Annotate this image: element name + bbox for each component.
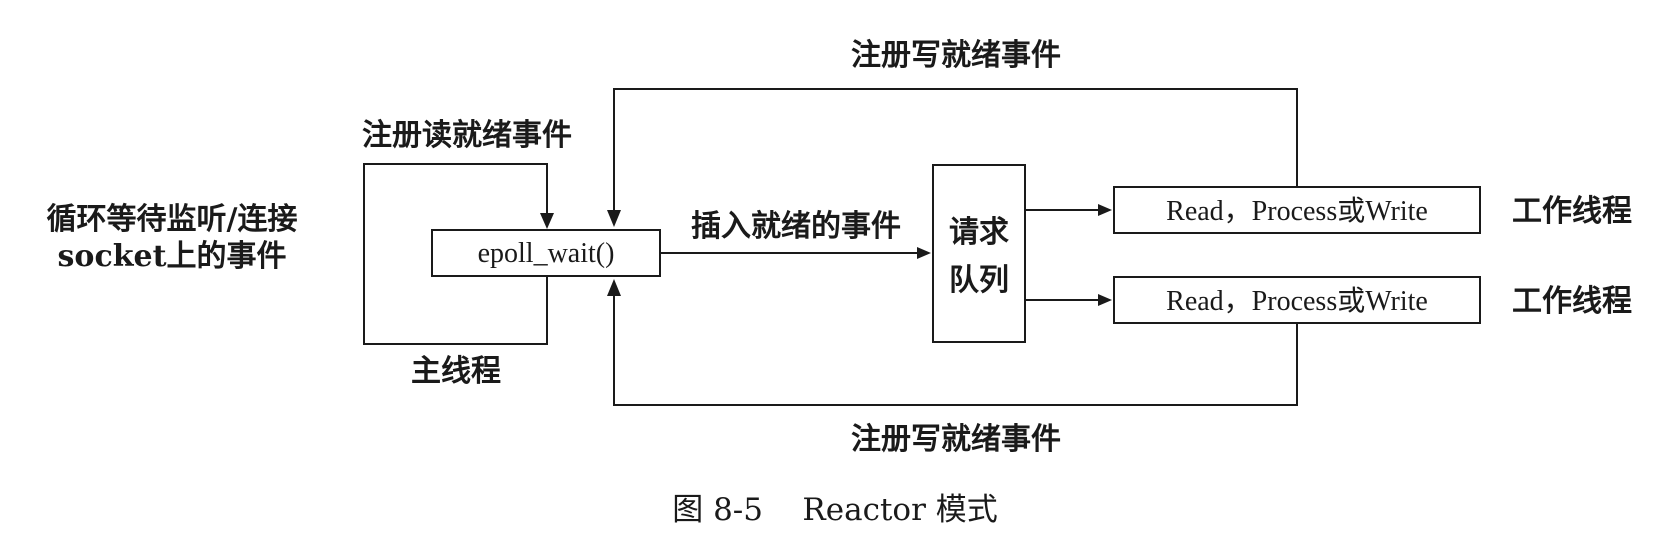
queue-to-worker1-arrowhead [1098,204,1112,216]
request-queue-box [932,164,1026,343]
request-queue-line1: 请求 [949,215,1009,250]
epoll-wait-label: epoll_wait() [478,238,615,269]
diagram-canvas: 循环等待监听/连接 socket上的事件 注册读就绪事件 主线程 epoll_w… [47,38,1632,528]
figure-caption: 图 8-5 Reactor 模式 [672,492,998,528]
worker1-task-label: Read，Process或Write [1166,195,1428,227]
worker1-thread-label: 工作线程 [1512,194,1632,229]
left-note-line1: 循环等待监听/连接 [47,202,298,237]
insert-arrowhead [917,247,931,259]
worker2-task-label: Read，Process或Write [1166,285,1428,317]
reactor-diagram: 循环等待监听/连接 socket上的事件 注册读就绪事件 主线程 epoll_w… [0,0,1670,548]
queue-to-worker2-arrowhead [1098,294,1112,306]
register-read-arrowhead [540,213,554,229]
register-read-label: 注册读就绪事件 [362,118,572,153]
worker2-thread-label: 工作线程 [1512,284,1632,319]
register-write-bottom-arrowhead [607,279,621,296]
register-write-bottom-label: 注册写就绪事件 [851,422,1061,457]
left-note-line2: socket上的事件 [58,239,287,274]
request-queue-line2: 队列 [949,263,1009,298]
main-thread-label: 主线程 [411,354,501,389]
insert-label: 插入就绪的事件 [691,209,901,244]
register-write-top-label: 注册写就绪事件 [851,38,1061,73]
register-write-top-arrowhead [607,210,621,227]
